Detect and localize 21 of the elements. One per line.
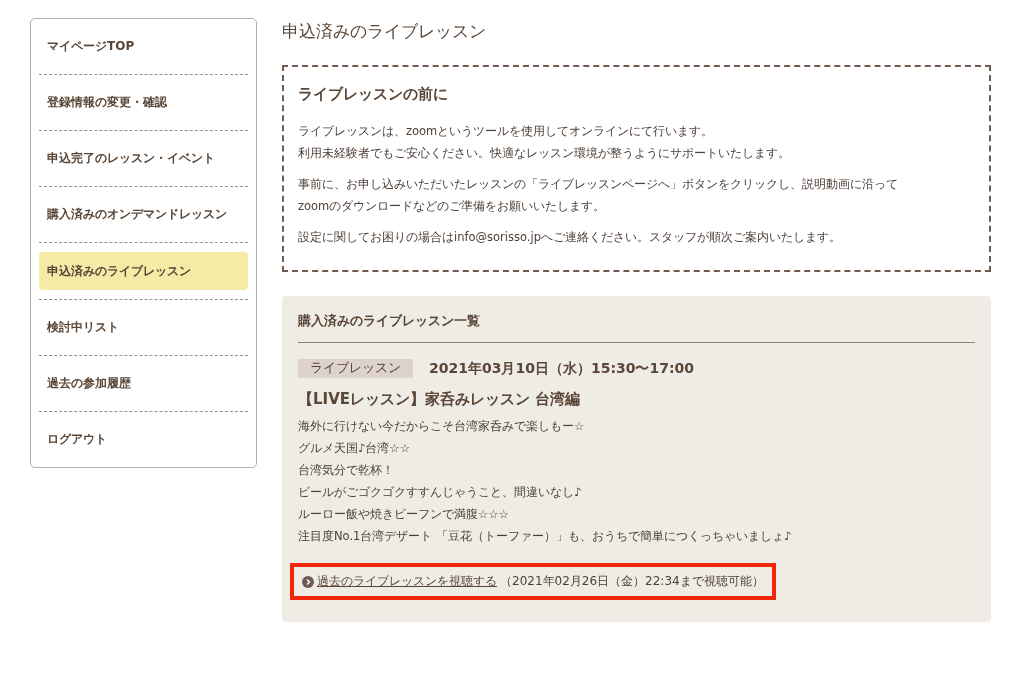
sidebar-item[interactable]: 過去の参加履歴	[39, 356, 248, 411]
sidebar-item[interactable]: 検討中リスト	[39, 300, 248, 355]
notice-paragraph: ライブレッスンは、zoomというツールを使用してオンラインにて行います。 利用未経験者でもご安心ください。快適なレッスン環境が整うようにサポートいたします。	[298, 123, 791, 162]
category-tag: ライブレッスン	[298, 359, 413, 378]
watch-link[interactable]: 過去のライブレッスンを視聴する	[317, 573, 497, 590]
notice-paragraph: 設定に関してお困りの場合はinfo@sorisso.jpへご連絡ください。スタッフが順次ご案内いたします。	[298, 229, 842, 246]
availability-note: （2021年02月26日（金）22:34まで視聴可能）	[500, 573, 764, 590]
notice-paragraph: 事前に、お申し込みいただいたレッスンの「ライブレッスンページへ」ボタンをクリックし、説明動画に沿って zoomのダウンロードなどのご準備をお願いいたします。	[298, 176, 899, 215]
sidebar-item[interactable]: 申込完了のレッスン・イベント	[39, 131, 248, 186]
lesson-description: 海外に行けない今だからこそ台湾家呑みで楽しもー☆ グルメ天国♪台湾☆☆ 台湾気分で乾杯！ ビールがごゴクゴクすすんじゃうこと、間違いなし♪ ルーロー飯や焼きビーフンで満腹☆☆☆ 注目度No.1台湾デザート 「豆花（トーファー）」も、おうちで簡単につくっちゃいましょ♪	[298, 418, 793, 545]
sidebar-item[interactable]: マイページTOP	[39, 19, 248, 74]
lesson-datetime: 2021年03月10日（水）15:30〜17:00	[429, 359, 695, 378]
sidebar-item[interactable]: ログアウト	[39, 412, 248, 467]
sidebar-item[interactable]: 申込済みのライブレッスン	[39, 252, 248, 290]
sidebar-item[interactable]: 登録情報の変更・確認	[39, 75, 248, 130]
section-title: 購入済みのライブレッスン一覧	[298, 312, 975, 343]
lesson-title: 【LIVEレッスン】家呑みレッスン 台湾編	[298, 390, 582, 409]
sidebar-item[interactable]: 購入済みのオンデマンドレッスン	[39, 187, 248, 242]
notice-title: ライブレッスンの前に	[298, 85, 449, 104]
chevron-circle-icon	[302, 575, 314, 588]
page-title: 申込済みのライブレッスン	[282, 20, 487, 43]
